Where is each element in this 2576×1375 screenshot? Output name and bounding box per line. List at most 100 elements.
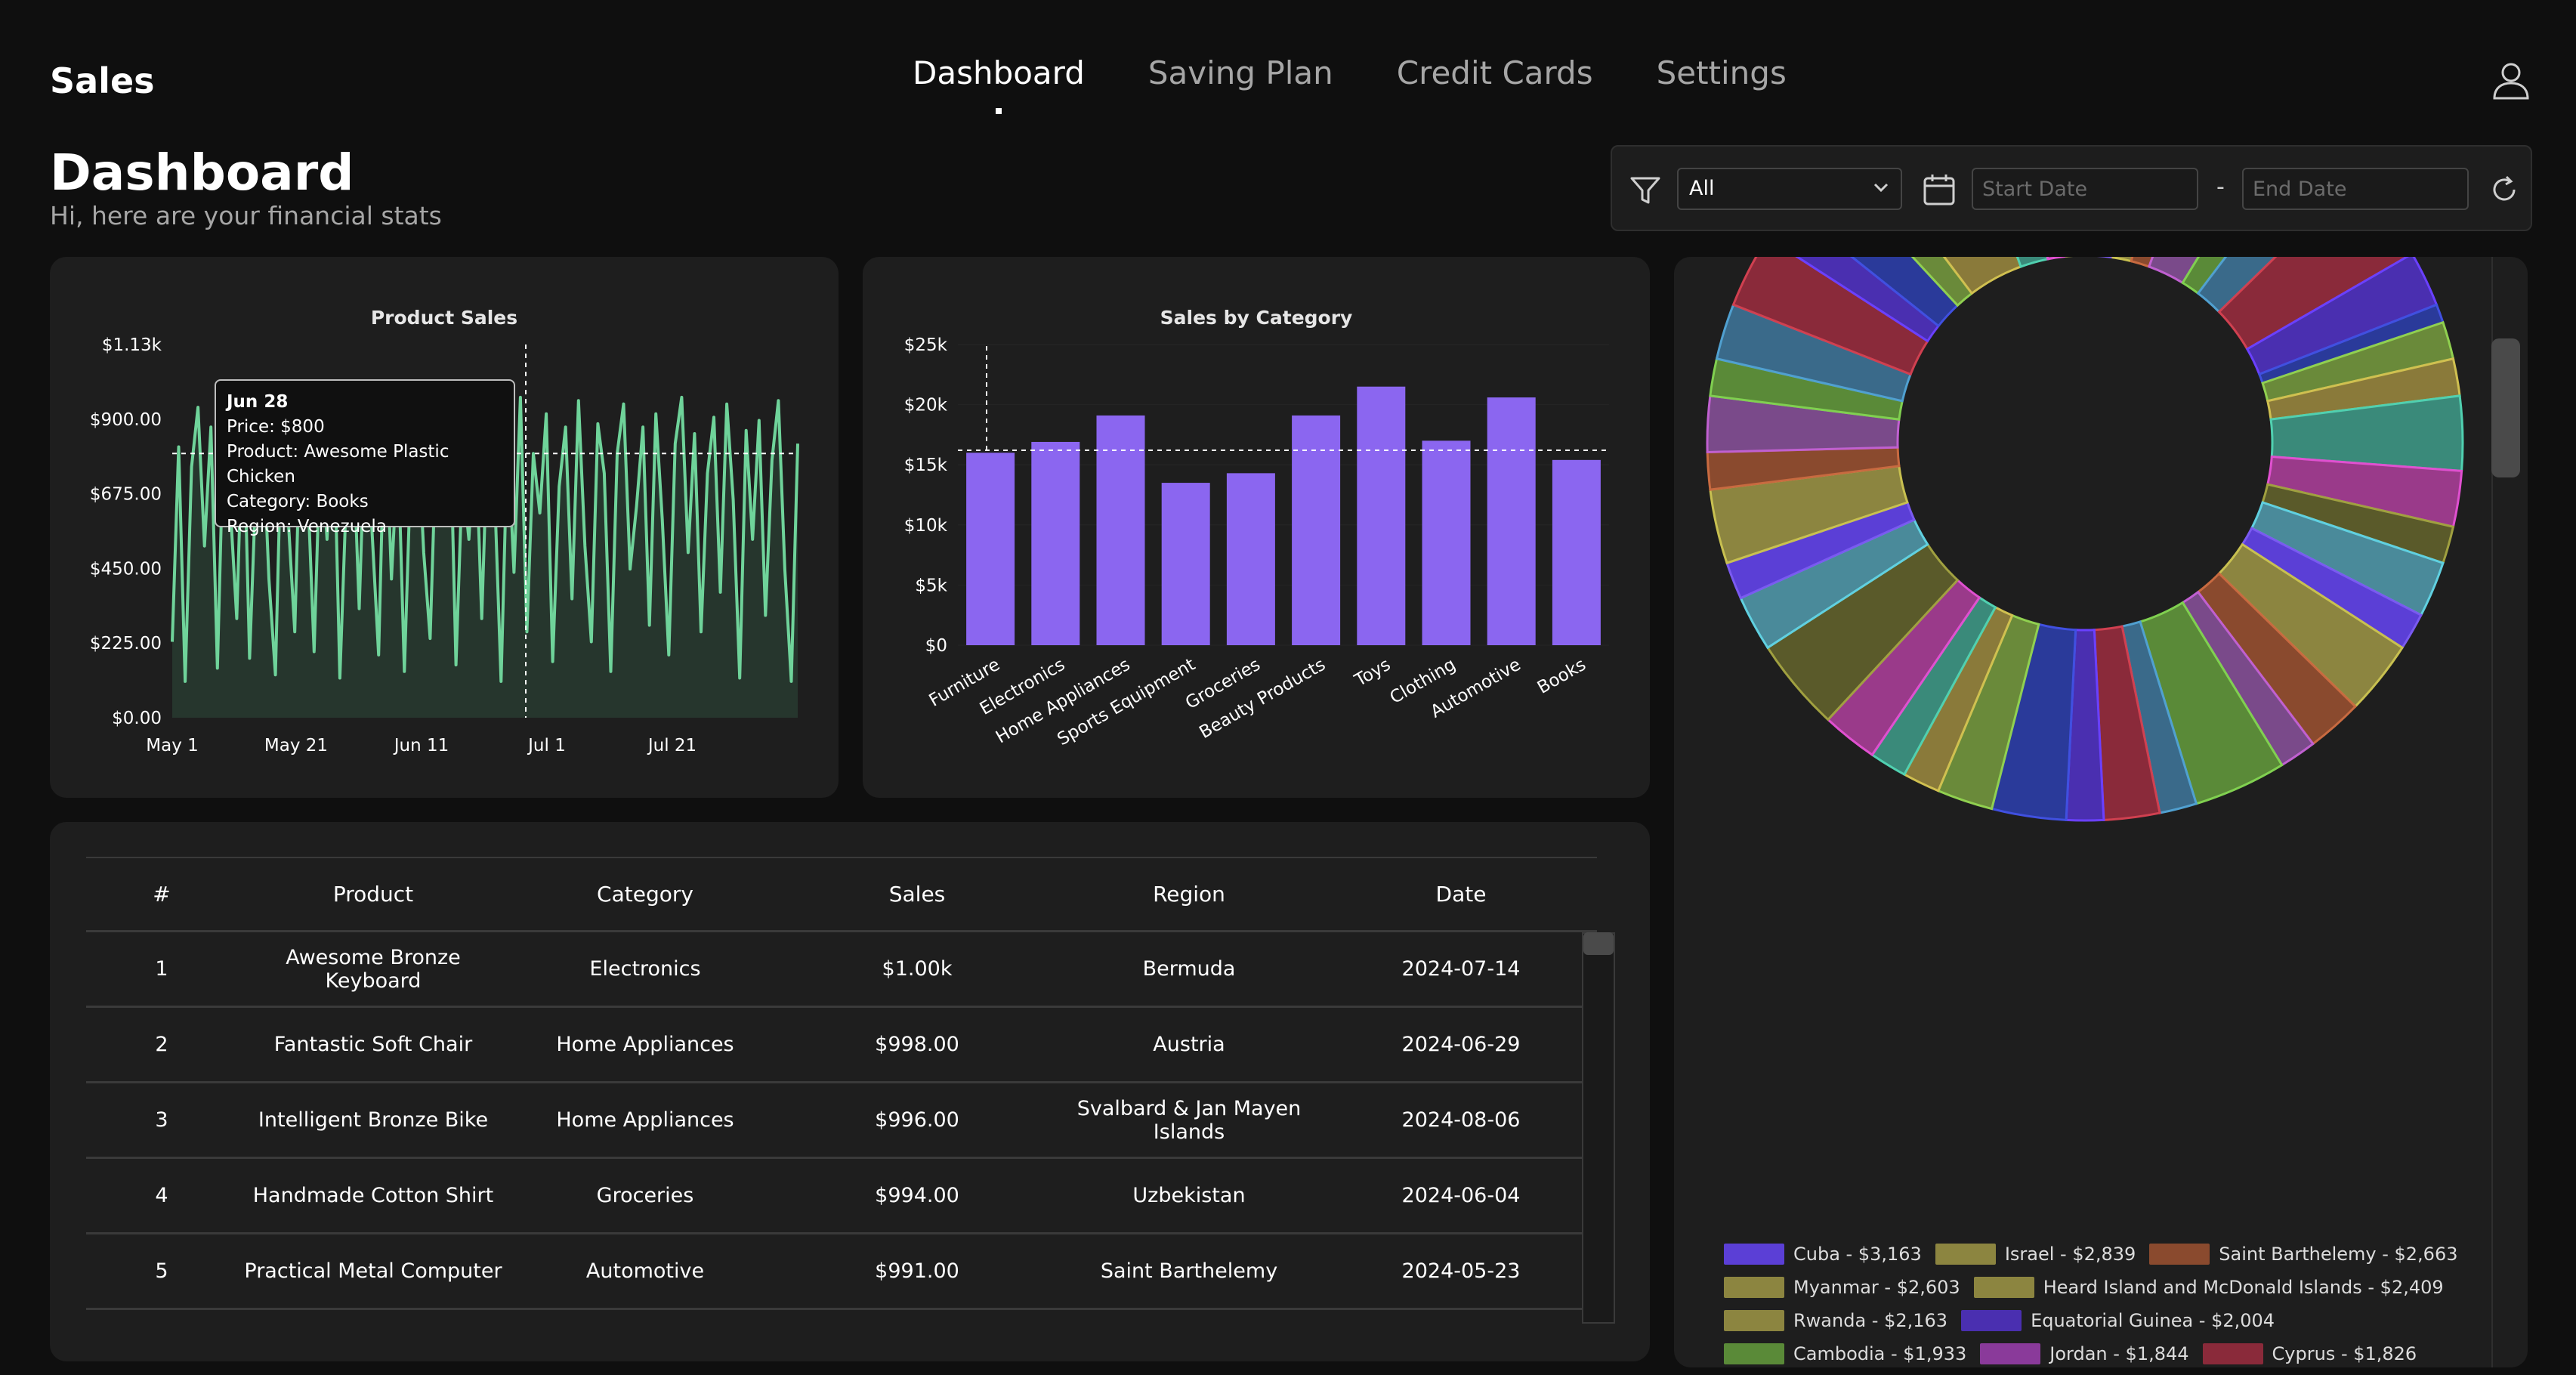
chevron-down-icon [1873,183,1889,193]
col-header-date[interactable]: Date [1325,882,1597,907]
legend-label: Israel - $2,839 [2004,1244,2136,1265]
tooltip-category: Category: Books [227,492,369,511]
table-row[interactable]: 3 Intelligent Bronze Bike Home Appliance… [86,1083,1597,1159]
category-select[interactable]: All [1677,168,1902,210]
legend-label: Saint Barthelemy - $2,663 [2219,1244,2458,1265]
legend-swatch [1724,1244,1784,1265]
tooltip-region: Region: Venezuela [227,517,387,536]
nav-dashboard[interactable]: Dashboard [913,54,1085,91]
legend-swatch [2202,1343,2263,1364]
col-header-sales[interactable]: Sales [781,882,1053,907]
legend-item[interactable]: Myanmar - $2,603 [1724,1277,1960,1298]
cell-category: Home Appliances [556,1033,734,1056]
cell-index: 5 [155,1259,168,1283]
col-header-region[interactable]: Region [1053,882,1325,907]
legend-item[interactable]: Israel - $2,839 [1935,1244,2136,1265]
calendar-icon[interactable] [1922,172,1957,207]
cell-category: Electronics [589,957,701,981]
filter-bar: All - [1611,145,2532,231]
cell-index: 1 [155,957,168,981]
app-brand: Sales [50,60,155,101]
cell-sales: $1.00k [882,957,953,981]
table-header-row: # Product Category Sales Region Date [86,857,1597,932]
chart-tooltip: Jun 28 Price: $800 Product: Awesome Plas… [215,379,515,536]
nav-saving-plan[interactable]: Saving Plan [1148,54,1333,91]
cell-date: 2024-07-14 [1401,957,1521,981]
page-title: Dashboard [50,144,354,202]
cell-product: Fantastic Soft Chair [273,1033,473,1056]
legend-swatch [1724,1310,1784,1331]
legend-swatch [1980,1343,2041,1364]
start-date-input[interactable] [1972,168,2198,210]
cell-date: 2024-06-29 [1401,1033,1521,1056]
legend-label: Equatorial Guinea - $2,004 [2031,1310,2275,1331]
table-row[interactable]: 5 Practical Metal Computer Automotive $9… [86,1234,1597,1310]
region-donut-chart [1706,257,2464,822]
sales-by-category-title: Sales by Category [1160,307,1353,329]
sales-table: # Product Category Sales Region Date 1 A… [86,857,1597,1310]
legend-item[interactable]: Equatorial Guinea - $2,004 [1961,1310,2275,1331]
cell-date: 2024-06-04 [1401,1184,1521,1207]
legend-swatch [2149,1244,2210,1265]
end-date-input[interactable] [2242,168,2469,210]
donut-scroll-thumb[interactable] [2491,338,2520,477]
legend-row: Cuba - $3,163 Israel - $2,839 Saint Barthe… [1724,1238,2479,1271]
legend-label: Cuba - $3,163 [1793,1244,1922,1265]
table-row[interactable]: 2 Fantastic Soft Chair Home Appliances $… [86,1008,1597,1083]
legend-label: Cyprus - $1,826 [2272,1343,2417,1364]
nav-settings[interactable]: Settings [1657,54,1787,91]
legend-row: Rwanda - $2,163 Equatorial Guinea - $2,00… [1724,1304,2479,1337]
filter-icon[interactable] [1629,174,1662,207]
cell-date: 2024-05-23 [1401,1259,1521,1283]
legend-item[interactable]: Heard Island and McDonald Islands - $2,4… [1973,1277,2444,1298]
cell-sales: $991.00 [875,1259,959,1283]
cell-sales: $994.00 [875,1184,959,1207]
legend-item[interactable]: Cambodia - $1,933 [1724,1343,1966,1364]
legend-item[interactable]: Saint Barthelemy - $2,663 [2149,1244,2458,1265]
date-separator: - [2216,174,2225,200]
table-row[interactable]: 1 Awesome Bronze Keyboard Electronics $1… [86,932,1597,1008]
tooltip-product: Product: Awesome Plastic Chicken [227,442,449,487]
cell-product: Handmade Cotton Shirt [252,1184,494,1207]
cell-region: Saint Barthelemy [1100,1259,1278,1283]
refresh-icon[interactable] [2488,174,2520,205]
cell-date: 2024-08-06 [1401,1108,1521,1132]
table-row[interactable]: 4 Handmade Cotton Shirt Groceries $994.0… [86,1159,1597,1234]
page-subtitle: Hi, here are your financial stats [50,201,442,230]
cell-product: Practical Metal Computer [244,1259,502,1283]
table-scroll-thumb[interactable] [1583,932,1614,955]
category-select-value: All [1689,177,1715,200]
legend-label: Rwanda - $2,163 [1793,1310,1948,1331]
legend-row: Cambodia - $1,933 Jordan - $1,844 Cyprus -… [1724,1337,2479,1367]
col-header-category[interactable]: Category [509,882,781,907]
cell-sales: $998.00 [875,1033,959,1056]
cell-product: Awesome Bronze Keyboard [286,945,461,993]
legend-item[interactable]: Rwanda - $2,163 [1724,1310,1947,1331]
legend-swatch [1973,1277,2034,1298]
col-header-product[interactable]: Product [237,882,509,907]
region-donut-card: Cuba - $3,163 Israel - $2,839 Saint Barthe… [1674,257,2528,1367]
cell-region: Uzbekistan [1132,1184,1246,1207]
cell-region: Austria [1153,1033,1225,1056]
legend-label: Jordan - $1,844 [2049,1343,2189,1364]
legend-item[interactable]: Cyprus - $1,826 [2202,1343,2417,1364]
legend-swatch [1935,1244,1996,1265]
nav-credit-cards[interactable]: Credit Cards [1397,54,1593,91]
legend-item[interactable]: Cuba - $3,163 [1724,1244,1922,1265]
tooltip-date: Jun 28 [227,392,289,412]
legend-swatch [1961,1310,2022,1331]
cell-index: 3 [155,1108,168,1132]
table-scrollbar[interactable] [1582,932,1615,1324]
product-sales-title: Product Sales [370,307,518,329]
cell-index: 4 [155,1184,168,1207]
cell-product: Intelligent Bronze Bike [258,1108,489,1132]
donut-legend: Cuba - $3,163 Israel - $2,839 Saint Barthe… [1724,1238,2479,1367]
cell-category: Home Appliances [556,1108,734,1132]
col-header-index[interactable]: # [86,882,237,907]
legend-item[interactable]: Jordan - $1,844 [1980,1343,2189,1364]
cell-sales: $996.00 [875,1108,959,1132]
legend-row: Myanmar - $2,603 Heard Island and McDonal… [1724,1271,2479,1304]
cell-category: Groceries [596,1184,694,1207]
user-icon[interactable] [2488,57,2534,103]
legend-label: Cambodia - $1,933 [1793,1343,1967,1364]
